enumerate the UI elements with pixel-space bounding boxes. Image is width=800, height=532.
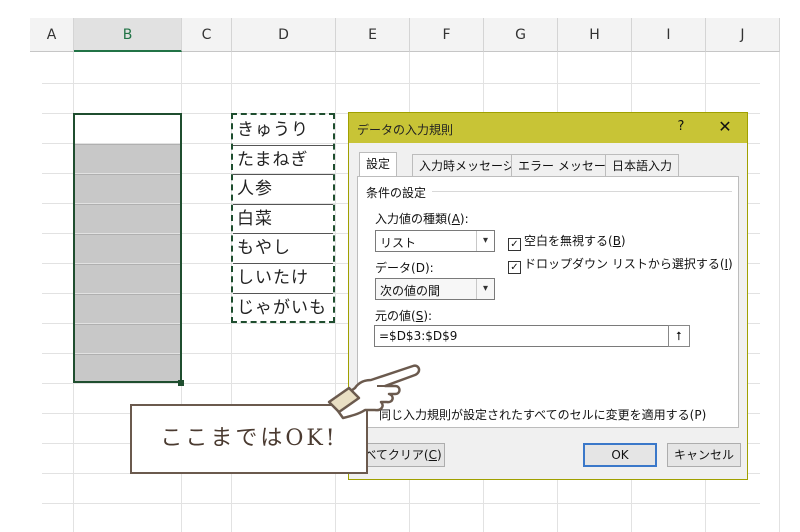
- fill-handle[interactable]: [178, 380, 184, 386]
- column-header-e[interactable]: E: [336, 18, 410, 52]
- chevron-down-icon[interactable]: ▾: [476, 279, 494, 299]
- cell-border: [233, 292, 333, 294]
- ignore-blank-checkbox[interactable]: ✓ 空白を無視する(B): [508, 232, 626, 251]
- list-item[interactable]: しいたけ: [237, 263, 333, 293]
- column-header-d[interactable]: D: [232, 18, 336, 52]
- source-label: 元の値(S):: [375, 309, 433, 323]
- cancel-button[interactable]: キャンセル: [667, 443, 741, 467]
- list-item[interactable]: 人参: [237, 174, 333, 204]
- data-select[interactable]: 次の値の間 ▾: [375, 278, 495, 300]
- clear-all-button[interactable]: べてクリア(C): [361, 443, 445, 467]
- cell-border: [233, 144, 333, 146]
- allow-label: 入力値の種類(A):: [375, 212, 469, 226]
- pointing-hand-icon: [327, 364, 421, 420]
- allow-select[interactable]: リスト ▾: [375, 230, 495, 252]
- selected-range-b3-b11[interactable]: [73, 113, 182, 383]
- data-label: データ(D):: [375, 261, 434, 275]
- cell-border: [233, 174, 333, 176]
- cell-border: [233, 203, 333, 205]
- tab-settings[interactable]: 設定: [359, 152, 398, 177]
- group-divider: [432, 191, 732, 192]
- list-item[interactable]: もやし: [237, 233, 333, 263]
- dialog-title: データの入力規則: [357, 123, 454, 137]
- column-header-h[interactable]: H: [558, 18, 632, 52]
- data-validation-dialog: データの入力規則 ? ✕ 設定 入力時メッセージ エラー メッセージ 日本語入力…: [348, 112, 748, 480]
- data-value: 次の値の間: [380, 284, 441, 298]
- column-header-i[interactable]: I: [632, 18, 706, 52]
- tab-ime[interactable]: 日本語入力: [605, 154, 680, 176]
- grid-hline: [42, 83, 760, 84]
- grid-hline: [42, 503, 760, 504]
- list-item[interactable]: きゅうり: [237, 115, 333, 145]
- column-header-c[interactable]: C: [182, 18, 232, 52]
- cell-border: [233, 263, 333, 264]
- apply-to-all-checkbox-label[interactable]: 同じ入力規則が設定されたすべてのセルに変更を適用する(P): [379, 406, 706, 423]
- tab-input-message[interactable]: 入力時メッセージ: [412, 154, 522, 176]
- cell-border: [233, 233, 333, 235]
- source-list-d3-d9[interactable]: きゅうり たまねぎ 人参 白菜 もやし しいたけ じゃがいも: [231, 113, 335, 323]
- group-title: 条件の設定: [366, 186, 427, 200]
- checkmark-icon: ✓: [508, 238, 521, 251]
- in-cell-dropdown-checkbox[interactable]: ✓ ドロップダウン リストから選択する(I): [508, 255, 733, 274]
- grid-vline: [779, 52, 780, 532]
- list-item[interactable]: たまねぎ: [237, 145, 333, 175]
- help-button[interactable]: ?: [671, 119, 691, 134]
- allow-value: リスト: [380, 236, 417, 250]
- list-item[interactable]: じゃがいも: [237, 293, 333, 323]
- arrow-up-icon: ⭡: [676, 329, 682, 343]
- collapse-dialog-button[interactable]: ⭡: [668, 325, 690, 347]
- column-header-g[interactable]: G: [484, 18, 558, 52]
- close-button[interactable]: ✕: [713, 117, 737, 136]
- dialog-titlebar[interactable]: データの入力規則 ? ✕: [349, 113, 747, 143]
- list-item[interactable]: 白菜: [237, 204, 333, 234]
- chevron-down-icon[interactable]: ▾: [476, 231, 494, 251]
- column-header-j[interactable]: J: [706, 18, 780, 52]
- ok-button[interactable]: OK: [583, 443, 657, 467]
- column-header-b[interactable]: B: [74, 18, 182, 52]
- checkmark-icon: ✓: [508, 261, 521, 274]
- column-header-f[interactable]: F: [410, 18, 484, 52]
- source-input[interactable]: =$D$3:$D$9: [374, 325, 672, 347]
- column-header-a[interactable]: A: [30, 18, 74, 52]
